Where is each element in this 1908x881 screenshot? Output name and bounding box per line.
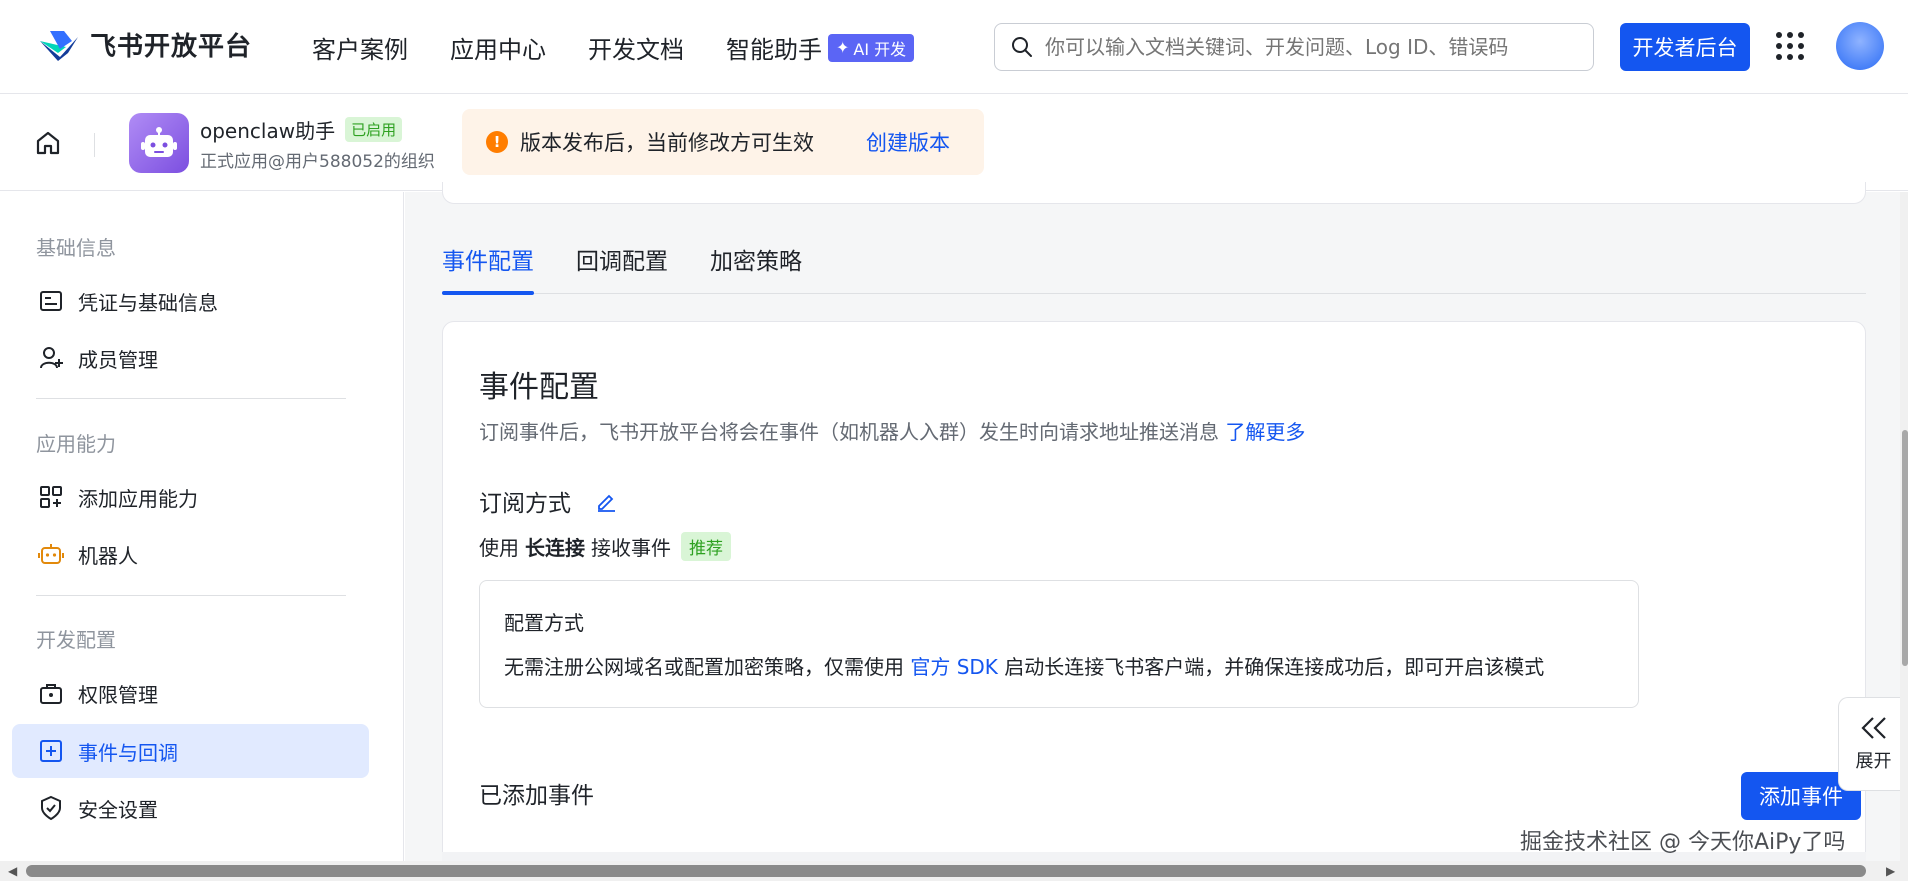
tab-callback-config[interactable]: 回调配置: [576, 240, 668, 294]
search-input[interactable]: [1045, 35, 1565, 59]
scroll-left-icon[interactable]: ◀: [8, 864, 17, 878]
app-bar: openclaw助手 已启用 正式应用@用户588052的组织 ! 版本发布后，…: [0, 95, 1908, 191]
card-description: 订阅事件后，飞书开放平台将会在事件（如机器人入群）发生时向请求地址推送消息 了解…: [479, 416, 1305, 445]
status-badge: 已启用: [345, 117, 403, 142]
ai-badge-label: AI 开发: [853, 39, 907, 59]
vertical-scrollbar-thumb[interactable]: [1902, 430, 1908, 666]
divider: [36, 398, 346, 399]
top-nav: 飞书开放平台 客户案例 应用中心 开发文档 智能助手 ✦ AI 开发 开发者后台: [0, 0, 1908, 94]
scroll-right-icon[interactable]: ▶: [1886, 864, 1895, 878]
sidebar-item-label: 凭证与基础信息: [78, 290, 218, 315]
previous-card: [442, 182, 1866, 204]
home-icon[interactable]: [34, 129, 62, 157]
sidebar-item-label: 添加应用能力: [78, 486, 198, 511]
app-subtitle: 正式应用@用户588052的组织: [200, 152, 435, 172]
config-method-text: 无需注册公网域名或配置加密策略，仅需使用 官方 SDK 启动长连接飞书客户端，并…: [504, 651, 1544, 680]
sidebar-item-robot[interactable]: 机器人: [12, 527, 369, 581]
subscription-title: 订阅方式: [479, 491, 571, 517]
robot-icon: [38, 544, 64, 564]
expand-label: 展开: [1855, 751, 1892, 772]
robot-icon: [141, 127, 177, 157]
nav-dev-docs[interactable]: 开发文档: [588, 30, 684, 65]
warning-icon: !: [486, 131, 508, 153]
nav-smart-assistant-label: 智能助手: [726, 36, 822, 64]
learn-more-link[interactable]: 了解更多: [1225, 420, 1305, 444]
user-avatar[interactable]: [1836, 22, 1884, 70]
member-add-icon: [40, 347, 63, 369]
app-name: openclaw助手: [200, 119, 336, 143]
apps-add-icon: [40, 486, 62, 508]
notice-text: 版本发布后，当前修改方可生效: [520, 131, 814, 155]
config-text-part1: 无需注册公网域名或配置加密策略，仅需使用: [504, 655, 904, 679]
sidebar-item-label: 机器人: [78, 543, 138, 568]
official-sdk-link[interactable]: 官方 SDK: [910, 655, 998, 679]
brand-logo[interactable]: 飞书开放平台: [38, 26, 252, 63]
main-content: 事件配置 回调配置 加密策略 事件配置 订阅事件后，飞书开放平台将会在事件（如机…: [405, 182, 1908, 881]
nav-menu: 客户案例 应用中心 开发文档 智能助手 ✦ AI 开发: [312, 30, 915, 65]
app-name-row: openclaw助手 已启用: [200, 115, 403, 144]
sidebar-item-label: 权限管理: [78, 682, 158, 707]
release-notice: ! 版本发布后，当前修改方可生效 创建版本: [462, 109, 984, 175]
mode-prefix: 使用: [479, 536, 519, 560]
subscription-mode: 使用 长连接 接收事件 推荐: [479, 532, 731, 561]
sidebar-item-label: 成员管理: [78, 347, 158, 372]
sidebar-item-members[interactable]: 成员管理: [12, 331, 369, 385]
lock-icon: [40, 684, 62, 704]
event-config-card: 事件配置 订阅事件后，飞书开放平台将会在事件（如机器人入群）发生时向请求地址推送…: [442, 321, 1866, 881]
divider: [36, 595, 346, 596]
tab-encryption[interactable]: 加密策略: [710, 240, 802, 294]
sidebar-item-permissions[interactable]: 权限管理: [12, 666, 369, 720]
config-method-box: 配置方式 无需注册公网域名或配置加密策略，仅需使用 官方 SDK 启动长连接飞书…: [479, 580, 1639, 708]
sidebar-item-events-callbacks[interactable]: 事件与回调: [12, 724, 369, 778]
feishu-logo-icon: [40, 30, 78, 61]
sidebar-item-label: 安全设置: [78, 797, 158, 822]
ai-badge: ✦ AI 开发: [828, 33, 915, 62]
sidebar: 基础信息 凭证与基础信息 成员管理 应用能力 添加应用能力 机器人 开发配置 权…: [0, 192, 404, 861]
nav-app-center[interactable]: 应用中心: [450, 30, 546, 65]
sidebar-item-label: 事件与回调: [78, 740, 178, 765]
sidebar-section-title: 基础信息: [36, 236, 116, 260]
divider: [94, 133, 95, 157]
config-method-title: 配置方式: [504, 611, 584, 635]
sidebar-item-add-capability[interactable]: 添加应用能力: [12, 470, 369, 524]
mode-long-connection: 长连接: [525, 536, 585, 560]
sidebar-section-title: 开发配置: [36, 628, 116, 652]
horizontal-scrollbar-thumb[interactable]: [26, 865, 1866, 877]
search-icon: [1012, 37, 1032, 57]
watermark: 掘金技术社区 @ 今天你AiPy了吗: [1520, 830, 1846, 855]
expand-panel-button[interactable]: 展开: [1838, 697, 1908, 791]
edit-icon[interactable]: [595, 490, 617, 512]
nav-smart-assistant[interactable]: 智能助手 ✦ AI 开发: [726, 30, 915, 65]
nav-customer-cases[interactable]: 客户案例: [312, 30, 408, 65]
subscription-heading: 订阅方式: [479, 484, 617, 518]
tab-event-config[interactable]: 事件配置: [442, 240, 534, 295]
added-events-title: 已添加事件: [479, 783, 594, 809]
developer-console-button[interactable]: 开发者后台: [1620, 23, 1750, 71]
card-title: 事件配置: [479, 370, 599, 405]
card-description-text: 订阅事件后，飞书开放平台将会在事件（如机器人入群）发生时向请求地址推送消息: [479, 420, 1219, 444]
apps-grid-icon[interactable]: [1776, 32, 1804, 60]
event-icon: [40, 740, 62, 762]
mode-suffix: 接收事件: [591, 536, 671, 560]
double-chevron-left-icon: [1860, 717, 1886, 739]
tab-bar: 事件配置 回调配置 加密策略: [442, 240, 1866, 295]
sidebar-section-title: 应用能力: [36, 432, 116, 456]
credential-icon: [40, 291, 62, 311]
sidebar-item-credentials[interactable]: 凭证与基础信息: [12, 274, 369, 328]
recommended-badge: 推荐: [681, 532, 731, 561]
search-box[interactable]: [994, 23, 1594, 71]
brand-name: 飞书开放平台: [90, 32, 253, 62]
config-text-part2: 启动长连接飞书客户端，并确保连接成功后，即可开启该模式: [1004, 655, 1545, 679]
sparkle-icon: ✦: [836, 38, 850, 57]
shield-icon: [41, 795, 61, 821]
create-version-link[interactable]: 创建版本: [866, 127, 950, 157]
sidebar-item-security[interactable]: 安全设置: [12, 781, 369, 835]
app-icon: [129, 113, 189, 173]
